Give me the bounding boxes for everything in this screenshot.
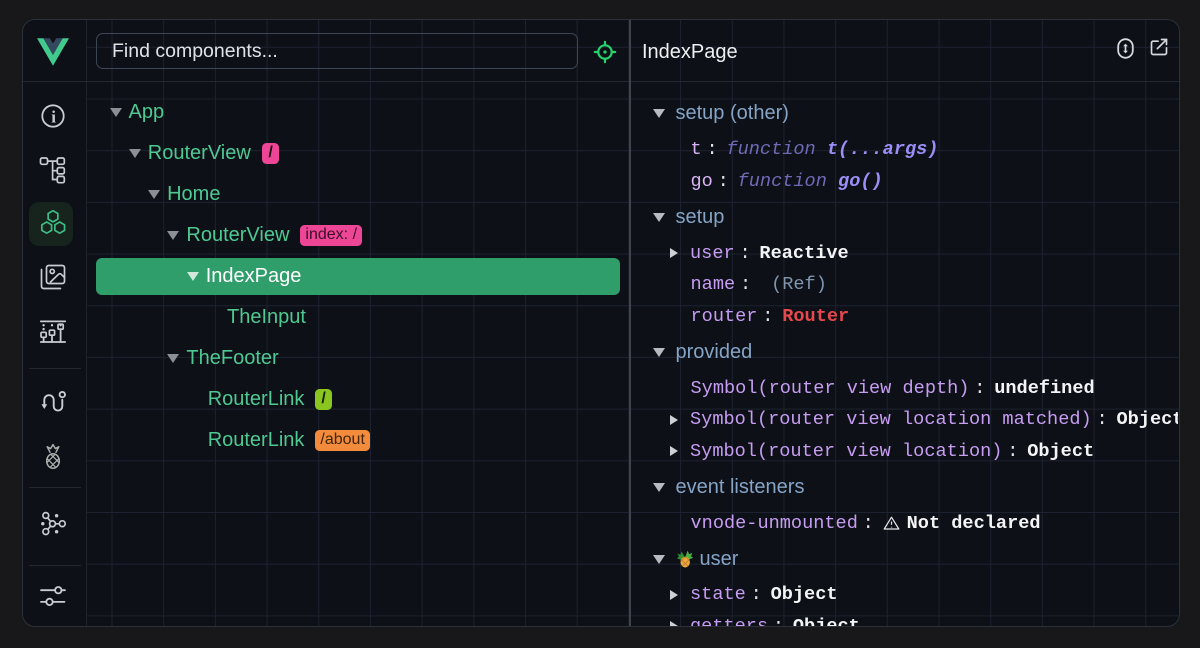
svg-text:i: i bbox=[51, 108, 56, 127]
